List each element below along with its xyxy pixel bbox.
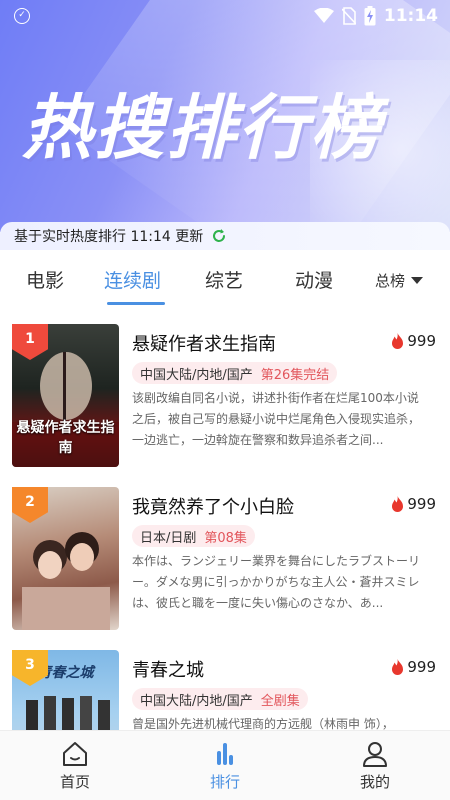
region-tag: 日本/日剧 (140, 530, 197, 546)
home-icon (63, 742, 87, 766)
status-indicators: 11:14 (313, 4, 438, 28)
item-title[interactable]: 青春之城 (132, 656, 204, 682)
refresh-icon[interactable] (211, 228, 227, 244)
flame-icon (392, 495, 404, 512)
list-item[interactable]: 悬疑作者求生指南 1 悬疑作者求生指南 999 中国大陆/内地/国产 第26集完… (0, 316, 450, 467)
list-item[interactable]: 2 我竟然养了个小白脸 999 日本/日剧 第08集 本作は、ランジェリー業界を… (0, 479, 450, 630)
tab-series[interactable]: 连续剧 (104, 266, 161, 293)
category-tabs: 电影 连续剧 综艺 动漫 总榜 (0, 256, 450, 308)
wifi-icon (313, 8, 334, 23)
total-ranking-dropdown[interactable]: 总榜 (375, 270, 424, 291)
status-bar: ✓ 11:14 (0, 0, 450, 32)
item-description: 该剧改编自同名小说，讲述扑街作者在烂尾100本小说之后，被自己写的悬疑小说中烂尾… (132, 391, 421, 447)
nav-label-profile: 我的 (359, 773, 390, 791)
heat-score: 999 (390, 495, 436, 513)
episode-status-tag: 第26集完结 (260, 367, 330, 383)
tab-variety[interactable]: 综艺 (205, 266, 243, 293)
update-text: 基于实时热度排行 11:14 更新 (14, 229, 204, 245)
shield-icon: ✓ (14, 8, 30, 24)
heat-value: 999 (407, 495, 436, 513)
flame-icon (392, 332, 404, 349)
tag-group: 中国大陆/内地/国产 第26集完结 (132, 362, 338, 384)
update-bar: 基于实时热度排行 11:14 更新 (0, 222, 450, 250)
nav-label-ranking: 排行 (209, 773, 240, 791)
hero-banner: 热搜排行榜 (0, 0, 450, 232)
nav-item-profile[interactable]: 我的 (330, 739, 420, 792)
poster-caption: 悬疑作者求生指南 (16, 420, 115, 456)
heat-value: 999 (407, 332, 436, 350)
item-description: 本作は、ランジェリー業界を舞台にしたラブストーリー。ダメな男に引っかかりがちな主… (132, 554, 421, 610)
region-tag: 中国大陆/内地/国产 (140, 367, 253, 383)
bar-chart-icon (217, 743, 233, 765)
hero-title: 热搜排行榜 (22, 87, 382, 169)
status-time: 11:14 (383, 6, 438, 26)
caret-down-icon (411, 277, 424, 284)
tab-anime[interactable]: 动漫 (295, 266, 333, 293)
item-title[interactable]: 我竟然养了个小白脸 (132, 493, 294, 519)
item-title[interactable]: 悬疑作者求生指南 (132, 330, 276, 356)
no-sim-icon (341, 7, 356, 25)
heat-score: 999 (390, 658, 436, 676)
episode-status-tag: 全剧集 (260, 693, 300, 709)
battery-charging-icon (364, 6, 376, 26)
tag-group: 日本/日剧 第08集 (132, 525, 255, 547)
heat-score: 999 (390, 332, 436, 350)
total-ranking-label: 总榜 (375, 272, 406, 290)
active-tab-indicator (107, 302, 165, 305)
region-tag: 中国大陆/内地/国产 (140, 693, 253, 709)
nav-item-home[interactable]: 首页 (30, 739, 120, 792)
nav-item-ranking[interactable]: 排行 (180, 739, 270, 792)
episode-status-tag: 第08集 (204, 530, 247, 546)
flame-icon (392, 658, 404, 675)
heat-value: 999 (407, 658, 436, 676)
tab-movie[interactable]: 电影 (26, 266, 64, 293)
bottom-nav: 首页 排行 我的 (0, 730, 450, 800)
user-icon (363, 742, 387, 767)
tag-group: 中国大陆/内地/国产 全剧集 (132, 688, 308, 710)
nav-label-home: 首页 (59, 773, 90, 791)
